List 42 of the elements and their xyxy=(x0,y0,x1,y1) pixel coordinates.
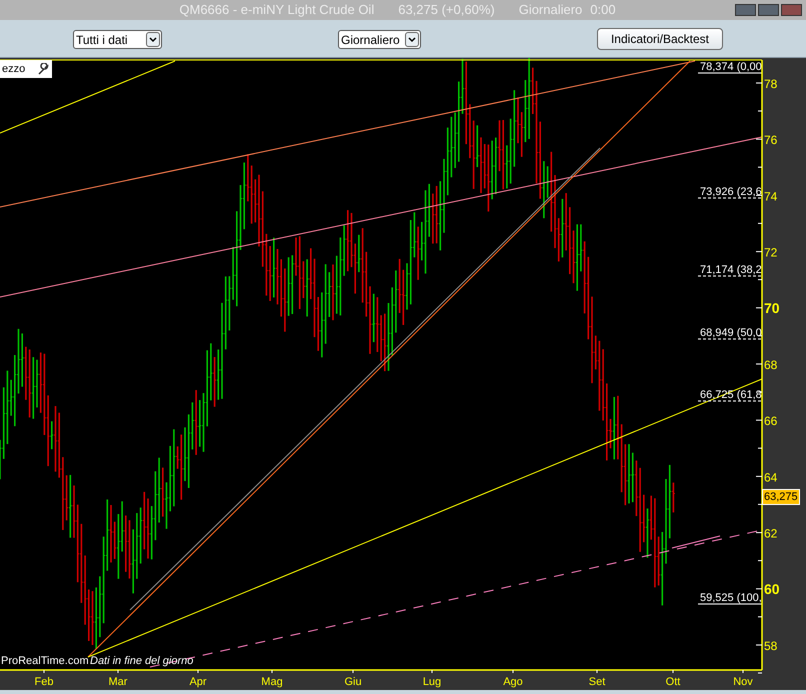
axis-label: 74 xyxy=(764,189,778,204)
caret-icon xyxy=(146,32,160,47)
axis-label: Ott xyxy=(666,676,680,688)
fibonacci-label: 71,174 (38,2 xyxy=(700,264,762,276)
maximize-button[interactable] xyxy=(758,4,779,16)
fibonacci-label: 59,525 (100, xyxy=(700,592,762,604)
period-text: Giornaliero xyxy=(518,1,582,20)
window-title: QM6666 - e-miNY Light Crude Oil xyxy=(179,1,374,20)
axis-label: 76 xyxy=(764,133,778,148)
minimize-button[interactable] xyxy=(735,4,756,16)
fibonacci-label: 78,374 (0,00 xyxy=(700,61,762,73)
axis-label: 66 xyxy=(764,414,778,428)
axis-label: Feb xyxy=(34,676,54,688)
data-note: Dati in fine del giorno xyxy=(90,655,194,667)
axis-label: 70 xyxy=(764,300,780,316)
fibonacci-label: 68,949 (50,0 xyxy=(700,327,762,339)
axis-label: Mar xyxy=(108,676,128,688)
axis-label: Lug xyxy=(422,676,442,688)
axis-label: 68 xyxy=(764,358,778,372)
axis-label: Apr xyxy=(189,676,207,688)
time-text: 0:00 xyxy=(590,1,616,20)
range-select[interactable]: Tutti i dati xyxy=(73,30,162,49)
axis-label: Ago xyxy=(503,676,523,688)
axis-label: 72 xyxy=(764,246,778,260)
axis-label: Nov xyxy=(733,676,753,688)
source-text: ProRealTime.com xyxy=(1,655,89,667)
indicators-button[interactable]: Indicatori/Backtest xyxy=(597,28,723,50)
close-button[interactable] xyxy=(781,4,802,16)
axis-label: Mag xyxy=(261,676,283,688)
caret-icon xyxy=(405,32,419,47)
period-select[interactable]: Giornaliero xyxy=(338,30,421,49)
axis-label: 58 xyxy=(764,639,778,653)
panel-label: ezzo xyxy=(0,60,52,78)
last-price-badge: 63,275 xyxy=(762,489,800,505)
axis-label: 64 xyxy=(764,470,778,484)
axis-label: 62 xyxy=(764,526,778,541)
axis-label: Set xyxy=(588,676,606,688)
quote-text: 63,275 (+0,60%) xyxy=(398,1,495,20)
axis-label: 78 xyxy=(764,77,778,91)
axis-label: 60 xyxy=(764,580,780,597)
axis-label: Giu xyxy=(344,676,362,688)
fibonacci-label: 73,926 (23,6 xyxy=(700,186,762,198)
